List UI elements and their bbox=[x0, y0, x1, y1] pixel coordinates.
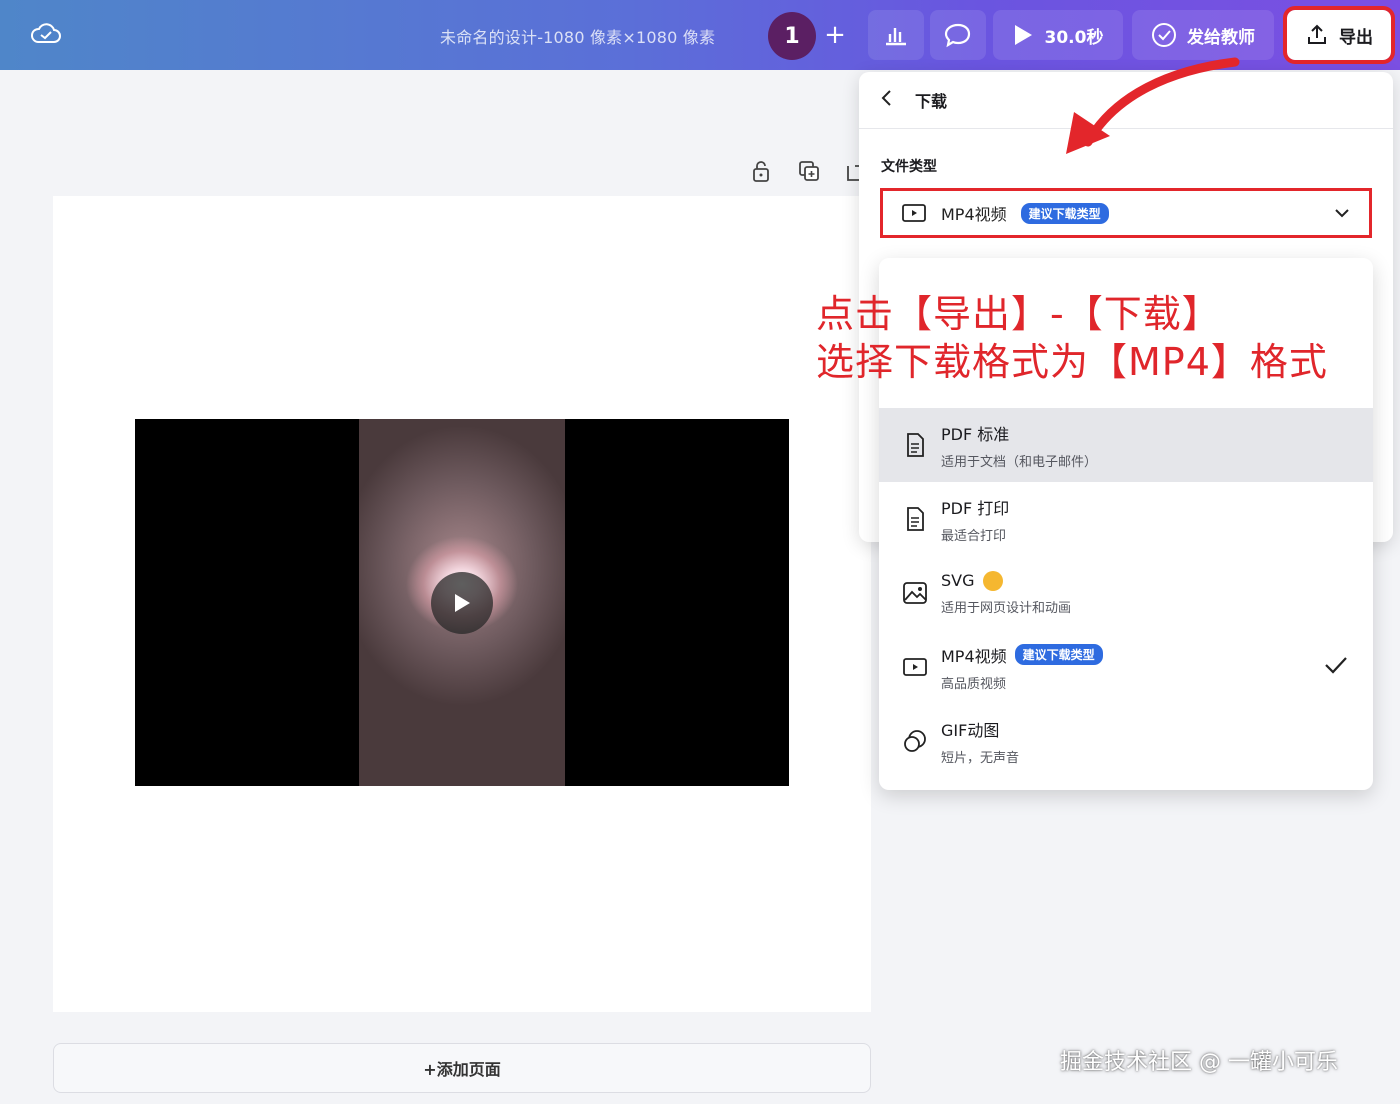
export-button[interactable]: 导出 bbox=[1283, 6, 1395, 64]
option-pdf-print[interactable]: PDF 打印 最适合打印 bbox=[879, 482, 1373, 556]
document-title[interactable]: 未命名的设计-1080 像素×1080 像素 bbox=[440, 24, 715, 48]
option-desc: 高品质视频 bbox=[941, 676, 1007, 692]
back-icon[interactable] bbox=[879, 89, 895, 111]
file-type-label: 文件类型 bbox=[881, 159, 937, 175]
option-desc: 适用于文档（和电子邮件） bbox=[941, 454, 1098, 470]
option-desc: 适用于网页设计和动画 bbox=[941, 600, 1072, 616]
annotation-line-2: 选择下载格式为【MP4】格式 bbox=[816, 340, 1328, 384]
annotation-text: 点击【导出】-【下载】 选择下载格式为【MP4】格式 bbox=[816, 290, 1328, 386]
bar-chart-icon bbox=[886, 28, 906, 46]
selected-file-type: MP4视频 bbox=[941, 205, 1007, 224]
annotation-line-1: 点击【导出】-【下载】 bbox=[816, 292, 1221, 336]
play-duration: 30.0秒 bbox=[1044, 27, 1104, 48]
option-mp4[interactable]: MP4视频 建议下载类型 高品质视频 bbox=[879, 630, 1373, 704]
option-name: GIF动图 bbox=[941, 720, 1000, 740]
annotation-arrow bbox=[1066, 57, 1240, 154]
option-pdf-standard[interactable]: PDF 标准 适用于文档（和电子邮件） bbox=[879, 408, 1373, 482]
recommended-badge: 建议下载类型 bbox=[1020, 202, 1109, 224]
check-icon bbox=[1325, 657, 1347, 674]
file-type-select[interactable]: MP4视频 建议下载类型 bbox=[880, 188, 1372, 238]
cloud-save-icon[interactable] bbox=[30, 20, 62, 48]
option-name: PDF 打印 bbox=[941, 498, 1010, 518]
gif-icon bbox=[904, 730, 926, 752]
play-icon bbox=[1014, 25, 1032, 45]
check-circle-icon bbox=[1152, 23, 1176, 47]
avatar[interactable]: 1 bbox=[768, 12, 816, 60]
insights-button[interactable] bbox=[868, 10, 924, 60]
video-icon bbox=[902, 204, 926, 222]
option-name: PDF 标准 bbox=[941, 424, 1010, 444]
option-desc: 短片，无声音 bbox=[941, 750, 1020, 766]
play-icon bbox=[455, 594, 470, 612]
option-svg[interactable]: SVG 适用于网页设计和动画 bbox=[879, 556, 1373, 630]
add-page-button[interactable]: +添加页面 bbox=[53, 1043, 871, 1093]
comment-button[interactable] bbox=[930, 10, 986, 60]
watermark: 掘金技术社区 @ 一罐小可乐 bbox=[1060, 1050, 1338, 1075]
video-element[interactable] bbox=[135, 419, 789, 786]
crown-icon bbox=[982, 570, 1003, 591]
add-collaborator-button[interactable]: + bbox=[818, 18, 852, 52]
pdf-icon bbox=[907, 433, 924, 457]
recommended-badge: 建议下载类型 bbox=[1014, 644, 1103, 665]
lock-icon[interactable] bbox=[748, 158, 774, 184]
option-desc: 最适合打印 bbox=[941, 528, 1007, 544]
upload-icon bbox=[1308, 24, 1326, 44]
chevron-down-icon bbox=[1335, 209, 1349, 218]
option-name: MP4视频 bbox=[941, 646, 1007, 666]
video-play-button[interactable] bbox=[431, 572, 493, 634]
video-icon bbox=[903, 658, 927, 676]
panel-title: 下载 bbox=[915, 92, 948, 111]
option-gif[interactable]: GIF动图 短片，无声音 bbox=[879, 704, 1373, 778]
pdf-print-icon bbox=[907, 507, 924, 531]
duplicate-page-icon[interactable] bbox=[796, 158, 822, 184]
comment-icon bbox=[944, 23, 971, 48]
option-name: SVG bbox=[941, 571, 975, 590]
export-label: 导出 bbox=[1339, 27, 1373, 48]
page-toolbar bbox=[748, 158, 870, 184]
send-to-teacher-label: 发给教师 bbox=[1187, 27, 1255, 48]
image-icon bbox=[903, 582, 927, 604]
